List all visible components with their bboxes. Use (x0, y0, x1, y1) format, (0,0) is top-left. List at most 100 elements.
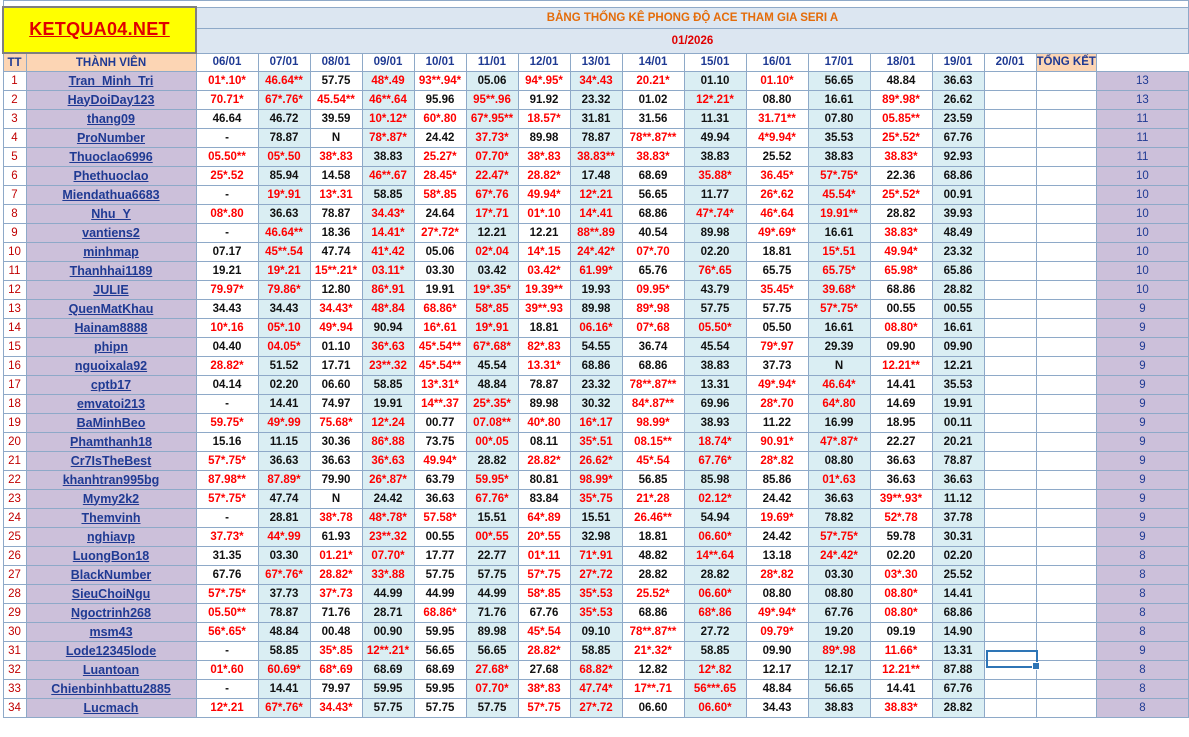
result-cell[interactable] (983, 185, 1037, 205)
result-cell[interactable]: 67*.76 (465, 185, 519, 205)
row-number[interactable]: 29 (2, 603, 27, 623)
result-cell[interactable]: 36.63 (257, 204, 311, 224)
result-cell[interactable]: 57.75 (745, 299, 809, 319)
result-cell[interactable]: 28.82* (517, 641, 571, 661)
result-cell[interactable]: 68.86 (621, 204, 685, 224)
member-cell[interactable]: msm43 (25, 622, 197, 642)
result-cell[interactable]: 34.43* (361, 204, 415, 224)
result-cell[interactable]: 44.99 (413, 584, 467, 604)
result-cell[interactable]: 46**.64 (361, 90, 415, 110)
result-cell[interactable]: 06.60 (309, 375, 363, 395)
result-cell[interactable]: 20*.55 (517, 527, 571, 547)
total-score-cell[interactable]: 9 (1095, 451, 1189, 471)
result-cell[interactable]: 28.45* (413, 166, 467, 186)
member-name-link[interactable]: Chienbinhbattu2885 (51, 682, 170, 696)
result-cell[interactable]: 31.81 (569, 109, 623, 129)
result-cell[interactable]: 45*.54** (413, 356, 467, 376)
result-cell[interactable]: 49*.69* (745, 223, 809, 243)
member-name-link[interactable]: HayDoiDay123 (68, 93, 155, 107)
member-name-link[interactable]: Miendathua6683 (62, 188, 159, 202)
result-cell[interactable]: 37.73* (195, 527, 259, 547)
result-cell[interactable]: 06.60* (683, 698, 747, 718)
result-cell[interactable]: 38.83* (869, 147, 933, 167)
result-cell[interactable]: 28*.82 (745, 565, 809, 585)
result-cell[interactable]: 51.52 (257, 356, 311, 376)
result-cell[interactable]: 04.40 (195, 337, 259, 357)
result-cell[interactable]: 08.11 (517, 432, 571, 452)
result-cell[interactable]: 07.70* (465, 147, 519, 167)
result-cell[interactable]: 16.61 (807, 223, 871, 243)
result-cell[interactable]: 27.68* (465, 660, 519, 680)
empty-cell[interactable] (1035, 109, 1097, 129)
empty-cell[interactable] (1035, 451, 1097, 471)
result-cell[interactable]: 08.80* (869, 318, 933, 338)
result-cell[interactable]: 27.72 (683, 622, 747, 642)
result-cell[interactable]: 16.99 (807, 413, 871, 433)
result-cell[interactable]: 59.95 (413, 622, 467, 642)
result-cell[interactable]: N (309, 489, 363, 509)
total-score-cell[interactable]: 9 (1095, 394, 1189, 414)
total-score-cell[interactable]: 8 (1095, 584, 1189, 604)
result-cell[interactable]: 24.42 (361, 489, 415, 509)
result-cell[interactable]: 54.55 (569, 337, 623, 357)
result-cell[interactable]: 30.31 (931, 527, 985, 547)
result-cell[interactable]: 01.02 (621, 90, 685, 110)
result-cell[interactable]: 14.41 (869, 375, 933, 395)
result-cell[interactable]: 21*.28 (621, 489, 685, 509)
month-label[interactable]: 01/2026 (195, 27, 1189, 54)
result-cell[interactable]: 41*.42 (361, 242, 415, 262)
row-number[interactable]: 2 (2, 90, 27, 110)
result-cell[interactable]: 19.20 (807, 622, 871, 642)
member-name-link[interactable]: Tran_Minh_Tri (69, 74, 154, 88)
result-cell[interactable]: 28.82* (517, 451, 571, 471)
row-number[interactable]: 30 (2, 622, 27, 642)
result-cell[interactable]: 25.52* (621, 584, 685, 604)
empty-cell[interactable] (1035, 470, 1097, 490)
total-score-cell[interactable]: 9 (1095, 413, 1189, 433)
result-cell[interactable]: 46.64** (257, 71, 311, 91)
total-score-cell[interactable]: 9 (1095, 318, 1189, 338)
result-cell[interactable]: 47.74* (569, 679, 623, 699)
result-cell[interactable]: 98.99* (621, 413, 685, 433)
header-date[interactable]: 16/01 (745, 52, 809, 72)
result-cell[interactable]: 58.85 (683, 641, 747, 661)
result-cell[interactable]: 22.47* (465, 166, 519, 186)
site-logo[interactable]: KETQUA04.NET (29, 19, 170, 39)
result-cell[interactable] (983, 660, 1037, 680)
total-score-cell[interactable]: 10 (1095, 223, 1189, 243)
result-cell[interactable]: 34.43* (309, 299, 363, 319)
empty-cell[interactable] (1035, 337, 1097, 357)
result-cell[interactable]: 38.83 (683, 147, 747, 167)
result-cell[interactable]: 05.50** (195, 147, 259, 167)
member-name-link[interactable]: vantiens2 (82, 226, 140, 240)
result-cell[interactable]: 35.88* (683, 166, 747, 186)
member-cell[interactable]: Lode12345lode (25, 641, 197, 661)
result-cell[interactable]: 11.77 (683, 185, 747, 205)
result-cell[interactable]: 61.99* (569, 261, 623, 281)
result-cell[interactable]: 07.80 (807, 109, 871, 129)
result-cell[interactable]: 31.35 (195, 546, 259, 566)
result-cell[interactable]: 48.84 (869, 71, 933, 91)
result-cell[interactable] (983, 375, 1037, 395)
result-cell[interactable]: 54.94 (683, 508, 747, 528)
result-cell[interactable] (983, 337, 1037, 357)
result-cell[interactable]: 05.85** (869, 109, 933, 129)
result-cell[interactable]: 36.63 (931, 470, 985, 490)
header-total[interactable]: TỔNG KẾT (1035, 52, 1097, 72)
result-cell[interactable]: 48*.78* (361, 508, 415, 528)
result-cell[interactable]: 12.82 (621, 660, 685, 680)
result-cell[interactable]: 26.62* (569, 451, 623, 471)
result-cell[interactable] (983, 489, 1037, 509)
result-cell[interactable]: 14**.64 (683, 546, 747, 566)
result-cell[interactable]: 01*.63 (807, 470, 871, 490)
result-cell[interactable]: 87.89* (257, 470, 311, 490)
result-cell[interactable]: 64*.89 (517, 508, 571, 528)
result-cell[interactable]: 46.72 (257, 109, 311, 129)
result-cell[interactable]: 30.36 (309, 432, 363, 452)
result-cell[interactable]: 03.30 (807, 565, 871, 585)
result-cell[interactable]: 12*.24 (361, 413, 415, 433)
result-cell[interactable]: 57*.75* (195, 451, 259, 471)
result-cell[interactable]: 67.76 (195, 565, 259, 585)
total-score-cell[interactable]: 8 (1095, 679, 1189, 699)
result-cell[interactable]: 25.27* (413, 147, 467, 167)
